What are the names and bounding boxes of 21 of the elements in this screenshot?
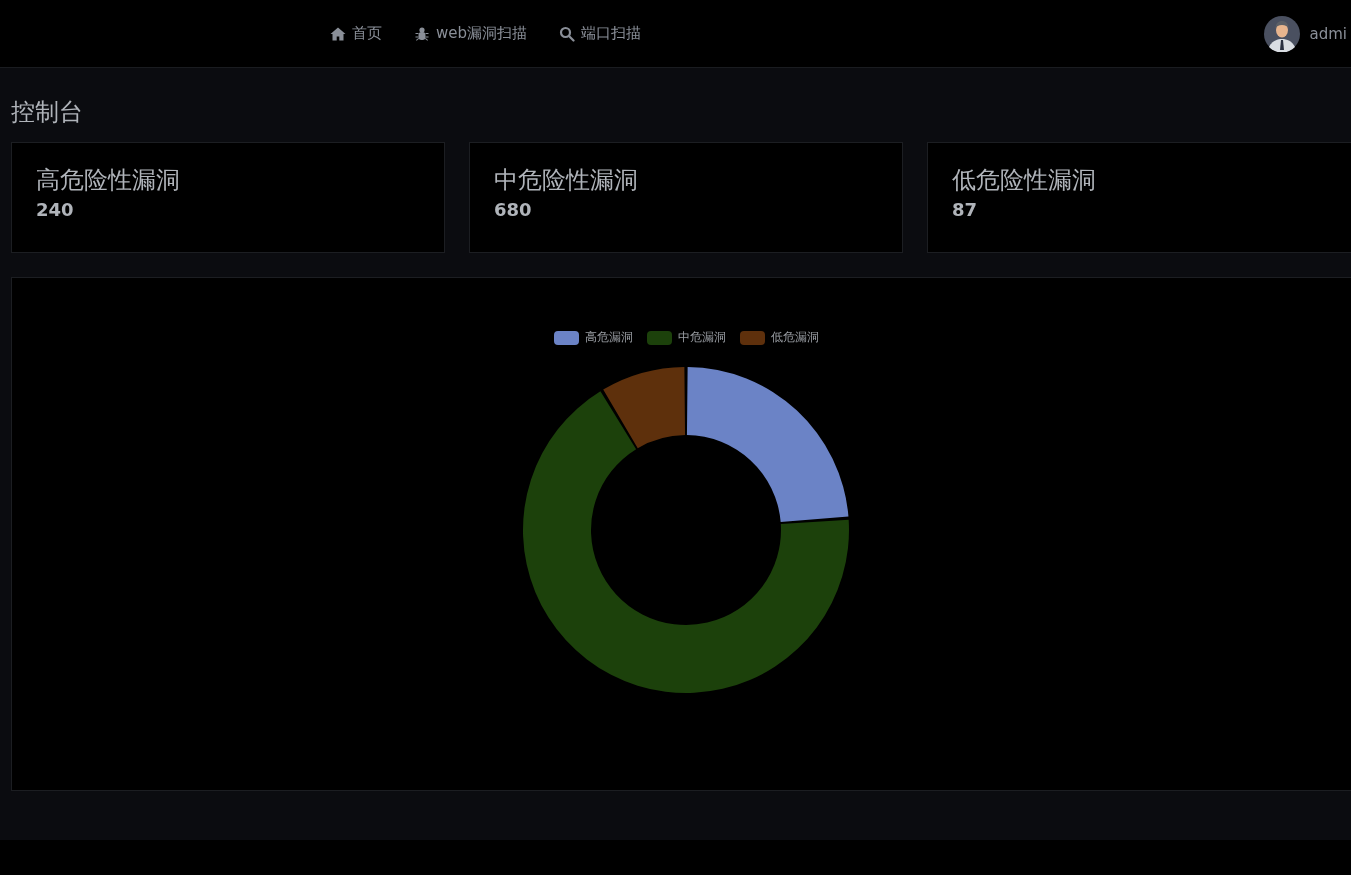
bug-icon [414, 25, 430, 42]
nav-link[interactable]: 首页 [330, 24, 382, 43]
nav-link[interactable]: 端口扫描 [559, 24, 642, 43]
card-value: 680 [494, 199, 533, 220]
legend-label[interactable]: 中危漏洞 [677, 329, 726, 346]
home-icon [330, 25, 346, 42]
avatar-icon[interactable] [1263, 15, 1300, 52]
username[interactable]: admi [1309, 24, 1347, 43]
legend-swatch[interactable] [646, 330, 672, 345]
card-title: 高危险性漏洞 [36, 165, 181, 196]
legend-swatch[interactable] [739, 330, 765, 345]
legend-label[interactable]: 高危漏洞 [584, 329, 633, 346]
legend-label[interactable]: 低危漏洞 [770, 329, 819, 346]
legend-swatch[interactable] [553, 330, 579, 345]
card-value: 240 [36, 199, 75, 220]
card-title: 中危险性漏洞 [494, 165, 639, 196]
nav-link[interactable]: web漏洞扫描 [414, 24, 528, 43]
search-icon [559, 25, 576, 42]
card-value: 87 [952, 199, 979, 220]
card-title: 低危险性漏洞 [952, 165, 1097, 196]
page-title: 控制台 [11, 97, 84, 128]
